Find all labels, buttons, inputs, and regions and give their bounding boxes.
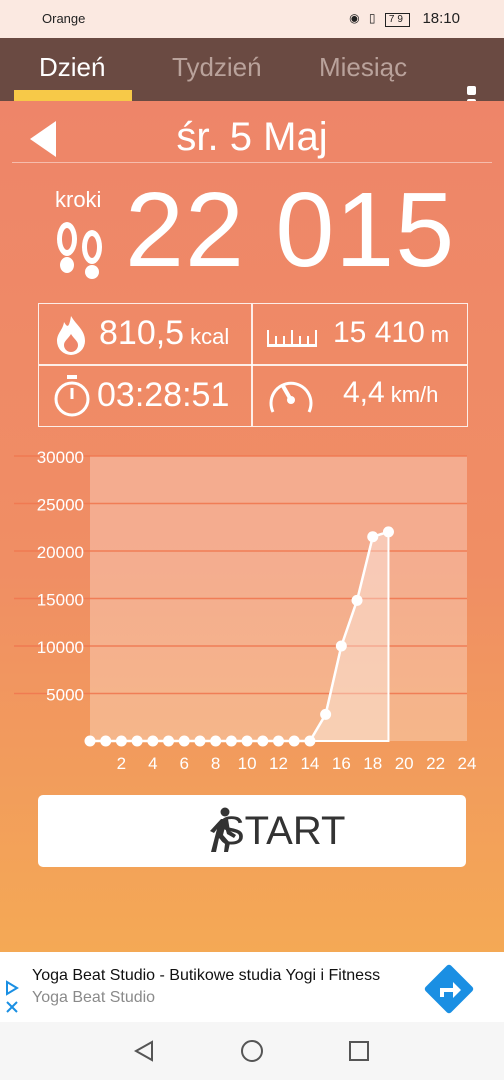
x-tick-label: 18 [363, 754, 382, 773]
clock: 18:10 [422, 10, 460, 27]
data-point [304, 735, 316, 747]
system-nav-bar [0, 1022, 504, 1080]
status-icons: ◉ ▯ 79 [349, 11, 416, 27]
data-point [147, 735, 159, 747]
status-bar: Orange ◉ ▯ 79 18:10 [0, 0, 504, 38]
data-point [320, 708, 332, 720]
y-tick-label: 5000 [46, 686, 84, 705]
ruler-icon [267, 330, 317, 347]
recents-icon[interactable] [347, 1039, 371, 1063]
data-point [351, 594, 363, 606]
ad-subtitle: Yoga Beat Studio [32, 989, 156, 1006]
start-button[interactable]: START [38, 795, 466, 867]
y-tick-label: 20000 [37, 543, 84, 562]
data-point [288, 735, 300, 747]
x-tick-label: 2 [117, 754, 126, 773]
day-view: śr. 5 Maj kroki 22 015 810,5 kcal 15 410 m [0, 101, 504, 952]
duration-value: 03:28:51 [97, 376, 230, 414]
x-tick-label: 10 [238, 754, 257, 773]
battery-icon: 79 [384, 13, 410, 27]
x-tick-label: 6 [180, 754, 189, 773]
stopwatch-icon [54, 375, 90, 417]
footprints-icon [57, 222, 102, 279]
tab-month[interactable]: Miesiąc [319, 52, 407, 83]
active-tab-indicator [14, 90, 132, 101]
x-tick-label: 22 [426, 754, 445, 773]
divider [12, 162, 492, 163]
data-point [115, 735, 127, 747]
data-point [163, 735, 175, 747]
y-tick-label: 30000 [37, 448, 84, 467]
y-tick-label: 25000 [37, 496, 84, 515]
eye-icon: ◉ [349, 11, 363, 25]
data-point [273, 735, 284, 747]
distance-value: 15 410 m [333, 316, 450, 349]
data-point [131, 735, 143, 747]
flame-icon [57, 316, 85, 355]
back-icon[interactable] [132, 1039, 156, 1063]
steps-label: kroki [55, 187, 102, 212]
data-point [241, 735, 253, 747]
stats-grid: 810,5 kcal 15 410 m 03:28:51 4,4 km/h [38, 303, 468, 427]
steps-chart: 500010000150002000025000300002 4 6 8 10 12 14 1… [14, 448, 477, 773]
ad-title[interactable]: Yoga Beat Studio - Butikowe studia Yogi … [32, 967, 380, 985]
date-navigation: śr. 5 Maj [0, 113, 504, 161]
tab-week[interactable]: Tydzień [172, 52, 262, 83]
x-tick-label: 12 [269, 754, 288, 773]
data-point [210, 735, 222, 747]
data-point [84, 735, 96, 747]
speedometer-icon [269, 381, 313, 413]
data-point [335, 640, 347, 652]
start-label: START [218, 809, 346, 853]
carrier-name: Orange [42, 11, 86, 26]
calories-value: 810,5 kcal [99, 314, 230, 352]
directions-arrow-icon[interactable] [420, 960, 478, 1018]
ad-choices-icon[interactable] [3, 980, 21, 1016]
x-tick-label: 14 [300, 754, 319, 773]
data-point [382, 526, 394, 538]
x-tick-label: 24 [458, 754, 477, 773]
vibrate-icon: ▯ [368, 11, 379, 25]
tab-day[interactable]: Dzień [39, 52, 105, 83]
x-tick-label: 8 [211, 754, 220, 773]
y-tick-label: 10000 [37, 638, 84, 657]
x-tick-label: 4 [148, 754, 157, 773]
data-point [194, 735, 206, 747]
date-title: śr. 5 Maj [176, 115, 328, 159]
home-icon[interactable] [240, 1039, 264, 1063]
data-point [257, 735, 269, 747]
data-point [367, 531, 379, 543]
speed-value: 4,4 km/h [343, 376, 439, 409]
data-point [225, 735, 237, 747]
x-tick-label: 16 [332, 754, 351, 773]
data-point [178, 735, 190, 747]
ad-banner[interactable]: Yoga Beat Studio - Butikowe studia Yogi … [0, 952, 504, 1022]
data-point [100, 735, 112, 747]
step-count: 22 015 [125, 171, 456, 289]
x-tick-label: 20 [395, 754, 414, 773]
y-tick-label: 15000 [37, 591, 84, 610]
